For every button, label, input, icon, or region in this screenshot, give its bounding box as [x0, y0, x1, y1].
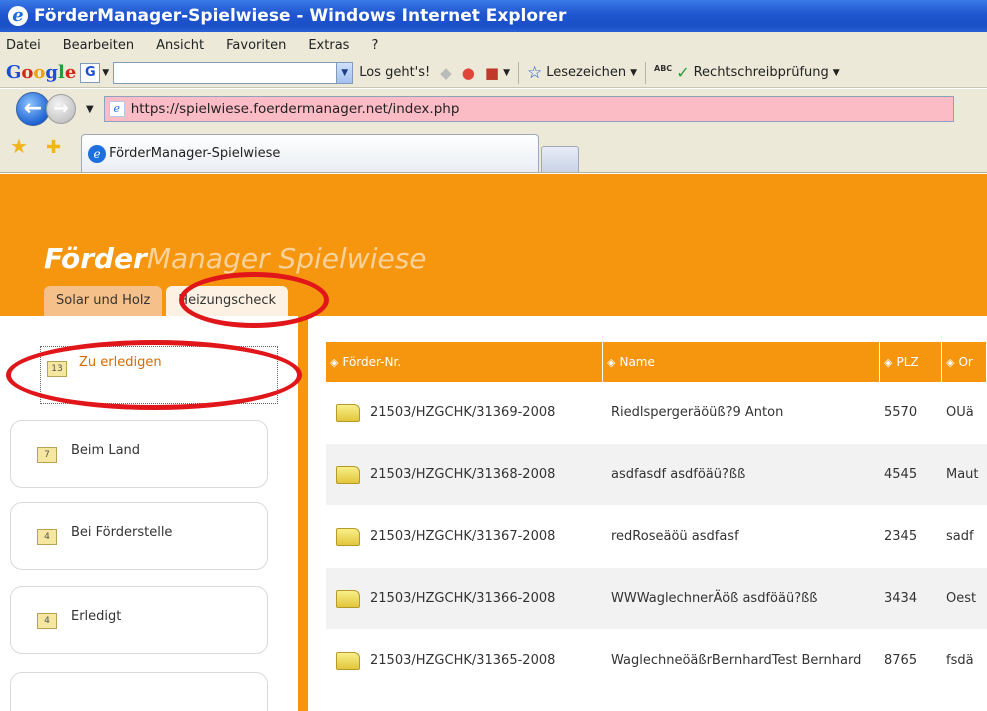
- bucket-label: Beim Land: [71, 443, 141, 458]
- table-row[interactable]: 21503/HZGCHK/31367-2008 redRoseäöü asdfa…: [326, 506, 987, 568]
- history-dropdown-icon[interactable]: ▼: [86, 104, 94, 115]
- folder-icon: [336, 465, 360, 484]
- bucket-panel: 13 Zu erledigen 7 Beim Land 4 Bei Förder…: [0, 316, 298, 711]
- star-icon: ☆: [527, 62, 543, 83]
- table-row[interactable]: 21503/HZGCHK/31366-2008 WWWaglechnerÄöß …: [326, 568, 987, 630]
- grid-panel: ◈ Förder-Nr. ◈ Name ◈ PLZ ◈ Or 21503/HZGCHK/…: [308, 316, 987, 711]
- folder-icon: [336, 651, 360, 670]
- bucket-count-badge: 4: [37, 529, 57, 545]
- bucket-label: Bei Förderstelle: [71, 525, 173, 540]
- bucket-empty[interactable]: [10, 672, 268, 711]
- forward-button[interactable]: →: [46, 94, 76, 124]
- google-go-button[interactable]: Los geht's!: [359, 65, 430, 80]
- google-search-input[interactable]: ▼: [113, 61, 354, 84]
- search-dropdown-icon[interactable]: ▼: [336, 62, 353, 83]
- sort-icon: ◈: [607, 355, 616, 369]
- add-favorite-icon[interactable]: ✚: [46, 137, 61, 158]
- sort-icon: ◈: [884, 355, 893, 369]
- sort-icon: ◈: [330, 355, 339, 369]
- toolbar-separator-icon: ◆: [440, 63, 452, 82]
- chevron-down-icon[interactable]: ▼: [102, 68, 109, 78]
- bucket-count-badge: 13: [47, 361, 67, 377]
- bucket-label: Zu erledigen: [79, 355, 162, 370]
- sort-icon: ◈: [946, 355, 955, 369]
- menu-extras[interactable]: Extras: [308, 38, 349, 53]
- bucket-bei-foerderstelle[interactable]: 4 Bei Förderstelle: [10, 502, 268, 570]
- checkmark-icon: ✓: [676, 63, 690, 82]
- spellcheck-button[interactable]: ABC ✓ Rechtschreibprüfung ▼: [654, 63, 840, 82]
- ie-tab-icon: e: [88, 144, 107, 163]
- table-row[interactable]: 21503/HZGCHK/31365-2008 WaglechneöäßrBer…: [326, 630, 987, 692]
- browser-tab-label: FörderManager-Spielwiese: [109, 146, 281, 161]
- menu-datei[interactable]: Datei: [6, 38, 41, 53]
- google-menu-button[interactable]: G: [80, 62, 101, 83]
- bucket-erledigt[interactable]: 4 Erledigt: [10, 586, 268, 654]
- new-tab-button[interactable]: [541, 146, 580, 172]
- window-titlebar: e FörderManager-Spielwiese - Windows Int…: [0, 0, 987, 32]
- folder-icon: [336, 403, 360, 422]
- column-header-name[interactable]: ◈ Name: [603, 342, 880, 382]
- bookmarks-label: Lesezeichen: [546, 65, 627, 80]
- app-tabs: Solar und Holz Heizungscheck: [44, 286, 289, 316]
- abc-icon: ABC: [654, 64, 673, 73]
- favorites-star-icon[interactable]: ★: [10, 134, 30, 158]
- column-header-plz[interactable]: ◈ PLZ: [880, 342, 942, 382]
- menu-favoriten[interactable]: Favoriten: [226, 38, 286, 53]
- google-logo: Google: [6, 62, 77, 83]
- app-header: FörderManager Spielwiese Solar und Holz …: [0, 174, 987, 316]
- folder-icon: [336, 589, 360, 608]
- main-area: 13 Zu erledigen 7 Beim Land 4 Bei Förder…: [0, 316, 987, 711]
- column-header-foerder-nr[interactable]: ◈ Förder-Nr.: [326, 342, 603, 382]
- ie-logo-icon: e: [8, 6, 28, 26]
- autofill-icon[interactable]: ■: [485, 64, 499, 82]
- browser-tab-bar: ★ ✚ e FörderManager-Spielwiese: [0, 129, 987, 173]
- menu-ansicht[interactable]: Ansicht: [156, 38, 204, 53]
- bucket-label: Erledigt: [71, 609, 122, 624]
- tab-heizungscheck[interactable]: Heizungscheck: [166, 286, 289, 316]
- bucket-count-badge: 7: [37, 447, 57, 463]
- url-text[interactable]: https://spielwiese.foerdermanager.net/in…: [131, 101, 460, 117]
- address-bar: ← → ▼ e https://spielwiese.foerdermanage…: [0, 89, 987, 129]
- tab-solar-und-holz[interactable]: Solar und Holz: [44, 286, 163, 316]
- application-grid: ◈ Förder-Nr. ◈ Name ◈ PLZ ◈ Or 21503/HZGCHK/…: [326, 342, 987, 692]
- panel-splitter[interactable]: [298, 316, 308, 711]
- chevron-down-icon: ▼: [832, 67, 840, 78]
- column-header-ort[interactable]: ◈ Or: [942, 342, 987, 382]
- page-icon: e: [108, 101, 125, 117]
- folder-icon: [336, 527, 360, 546]
- spellcheck-label: Rechtschreibprüfung: [693, 65, 829, 80]
- back-button[interactable]: ←: [16, 92, 50, 126]
- table-row[interactable]: 21503/HZGCHK/31368-2008 asdfasdf asdföäü…: [326, 444, 987, 506]
- chevron-down-icon[interactable]: ▼: [503, 68, 510, 78]
- bucket-beim-land[interactable]: 7 Beim Land: [10, 420, 268, 488]
- bucket-count-badge: 4: [37, 613, 57, 629]
- app-brand: FörderManager Spielwiese: [44, 242, 427, 275]
- bucket-zu-erledigen[interactable]: 13 Zu erledigen: [40, 346, 278, 404]
- toolbar-divider: [645, 61, 647, 84]
- google-toolbar: Google G ▼ ▼ Los geht's! ◆ ● ■ ▼ ☆ Lesez…: [0, 58, 987, 88]
- grid-header: ◈ Förder-Nr. ◈ Name ◈ PLZ ◈ Or: [326, 342, 987, 382]
- block-popups-icon[interactable]: ●: [462, 64, 475, 82]
- chevron-down-icon: ▼: [630, 67, 638, 78]
- grid-rows: 21503/HZGCHK/31369-2008 Riedlspergeräöüß…: [326, 382, 987, 692]
- toolbar-divider: [518, 61, 519, 84]
- menu-help[interactable]: ?: [371, 38, 378, 53]
- menu-bearbeiten[interactable]: Bearbeiten: [63, 38, 134, 53]
- table-row[interactable]: 21503/HZGCHK/31369-2008 Riedlspergeräöüß…: [326, 382, 987, 444]
- menu-bar: Datei Bearbeiten Ansicht Favoriten Extra…: [0, 32, 987, 58]
- url-field[interactable]: e https://spielwiese.foerdermanager.net/…: [103, 96, 954, 122]
- window-title: FörderManager-Spielwiese - Windows Inter…: [34, 6, 567, 26]
- bookmarks-button[interactable]: ☆ Lesezeichen ▼: [527, 63, 637, 83]
- browser-tab-active[interactable]: e FörderManager-Spielwiese: [81, 134, 540, 172]
